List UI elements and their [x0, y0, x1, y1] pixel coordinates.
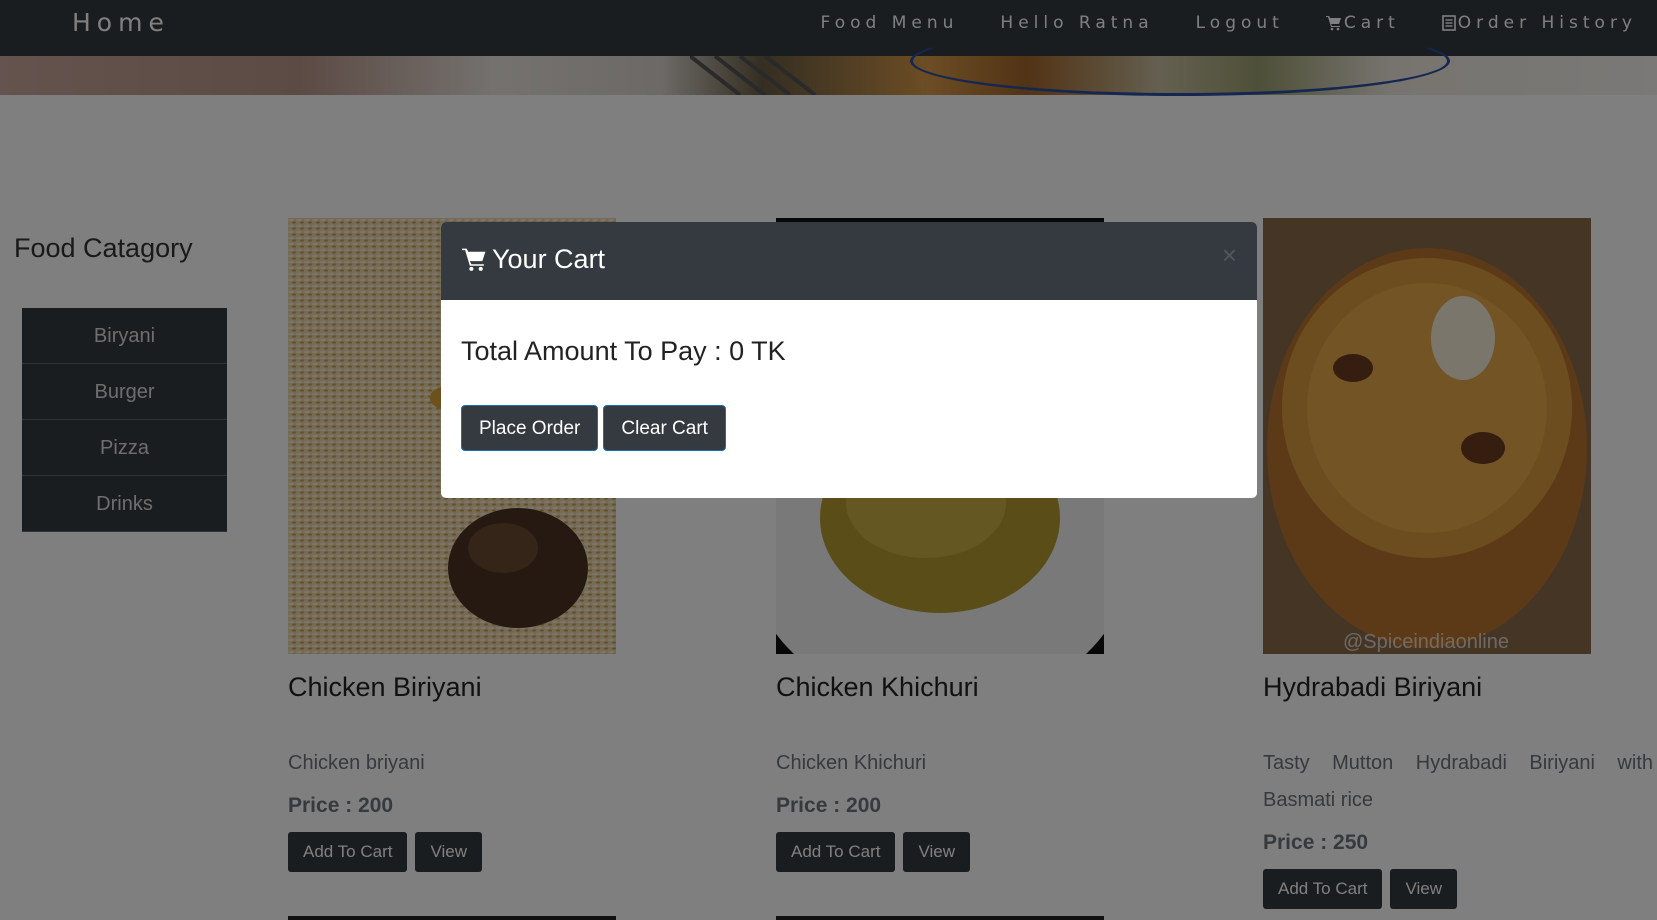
clear-cart-button[interactable]: Clear Cart — [603, 405, 726, 451]
cart-total: Total Amount To Pay : 0 TK — [461, 336, 786, 366]
cart-icon — [462, 248, 486, 271]
modal-title-text: Your Cart — [492, 244, 606, 274]
close-icon[interactable]: × — [1222, 242, 1237, 268]
place-order-button[interactable]: Place Order — [461, 405, 599, 451]
cart-modal: Your Cart × Total Amount To Pay : 0 TK P… — [441, 222, 1257, 498]
modal-header: Your Cart × — [441, 222, 1257, 300]
modal-body: Total Amount To Pay : 0 TK Place Order C… — [441, 300, 1257, 487]
modal-title: Your Cart — [461, 244, 605, 275]
